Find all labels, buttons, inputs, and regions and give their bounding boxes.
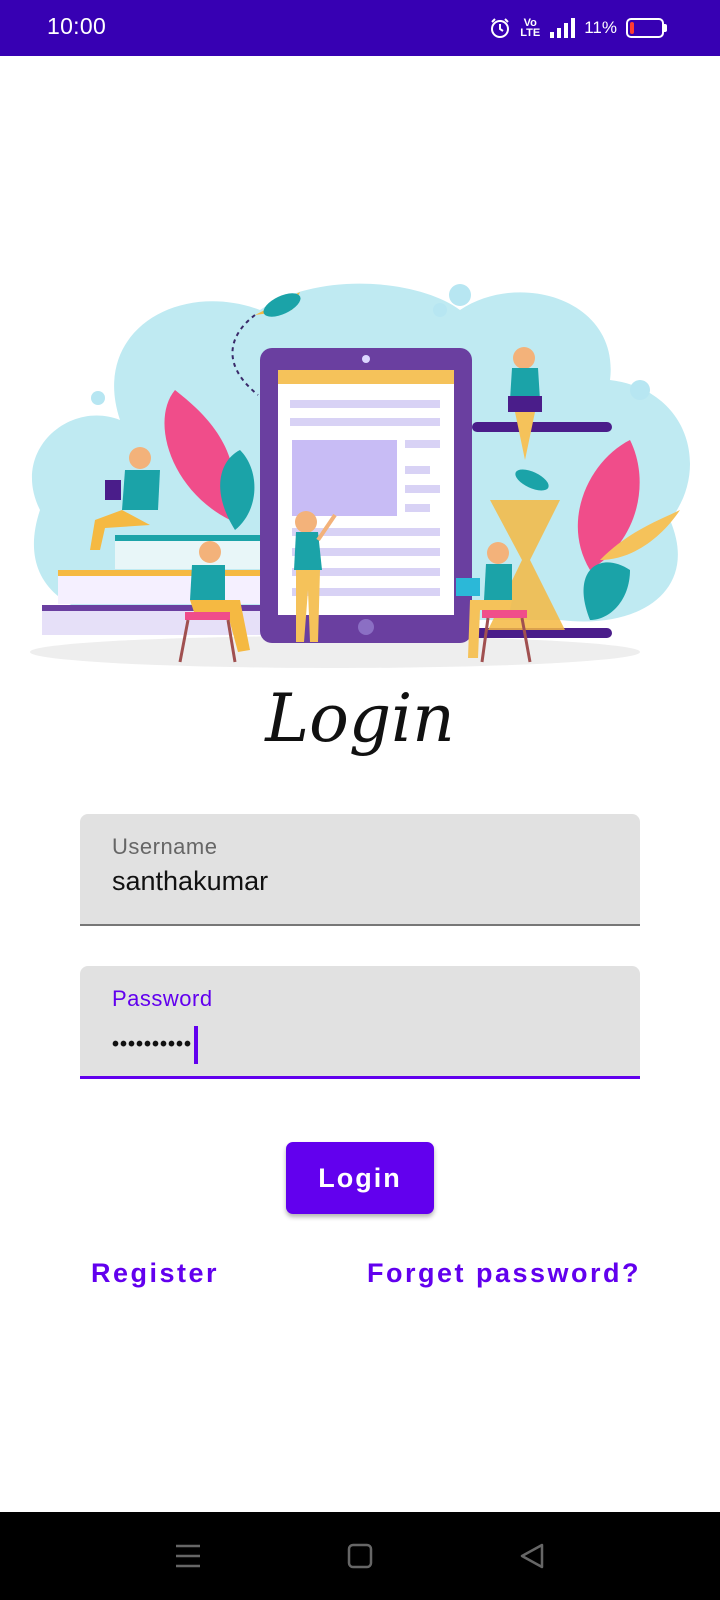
password-field[interactable]: Password •••••••••• [80,966,640,1079]
status-bar: 10:00 Vo LTE 11% [0,0,720,56]
alarm-icon [491,18,510,38]
signal-icon [550,18,576,38]
forgot-password-link[interactable]: Forget password? [367,1258,641,1289]
status-icons: Vo LTE 11% [489,14,667,42]
tablet-home [358,619,374,635]
bubble [630,380,650,400]
text-cursor [194,1026,199,1064]
bubble [449,284,471,306]
username-field[interactable]: Username santhakumar [80,814,640,926]
menu-icon[interactable] [172,1540,204,1572]
bubble [433,303,447,317]
username-label: Username [112,834,218,859]
back-icon[interactable] [516,1540,548,1572]
login-button[interactable]: Login [286,1142,434,1214]
username-input[interactable]: santhakumar [112,866,268,897]
book [58,570,263,576]
home-icon[interactable] [344,1540,376,1572]
tablet-camera [362,355,370,363]
book [115,535,265,541]
page-title: Login [265,680,455,757]
battery-icon [626,18,667,38]
volte-icon: Vo LTE [520,18,541,39]
volte-bottom: LTE [520,27,541,39]
battery-percent: 11% [584,18,617,37]
password-value: •••••••••• [112,1033,193,1056]
password-label: Password [112,986,213,1011]
register-link[interactable]: Register [91,1258,219,1289]
battery-level [630,22,634,34]
browser-bar [278,370,454,384]
login-illustration [30,283,690,668]
bubble [91,391,105,405]
platform [472,422,612,432]
navigation-bar [0,1512,720,1600]
password-input[interactable]: •••••••••• [112,1026,199,1064]
status-time: 10:00 [47,13,107,39]
